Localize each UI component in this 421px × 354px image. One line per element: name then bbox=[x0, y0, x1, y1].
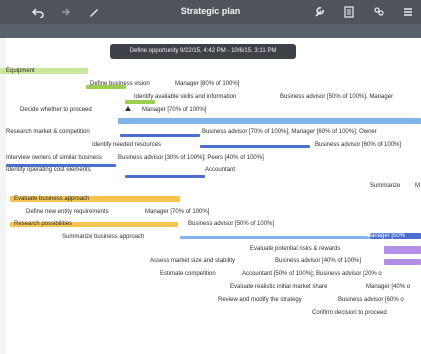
timeline-ruler bbox=[0, 24, 421, 38]
task-label: Review and modify the strategy bbox=[218, 297, 302, 303]
task-assignment: Business advisor [70% of 100%]; Manager … bbox=[202, 129, 377, 135]
list-icon[interactable] bbox=[400, 4, 416, 20]
task-label: Identify needed resources bbox=[92, 142, 162, 148]
task-bar[interactable] bbox=[384, 259, 421, 265]
task-label: Summarize business approach bbox=[62, 234, 145, 240]
task-label: Equipment bbox=[6, 68, 35, 74]
task-label: Assess market size and stability bbox=[150, 258, 236, 264]
task-label: Evaluate realistic initial market share bbox=[230, 284, 328, 290]
task-bar[interactable] bbox=[384, 246, 421, 254]
task-label: Define new entity requirements bbox=[26, 209, 109, 215]
task-label: Define business vision bbox=[90, 81, 150, 87]
task-label: Research possibilities bbox=[14, 221, 73, 227]
task-bar-research[interactable] bbox=[118, 118, 421, 124]
milestone-marker[interactable] bbox=[125, 106, 131, 111]
task-assignment: M bbox=[415, 183, 420, 189]
task-label: Summarize bbox=[370, 183, 401, 189]
task-label: Identify available skills and informatio… bbox=[134, 94, 237, 100]
task-assignment: Accountant [50% of 100%]; Business advis… bbox=[242, 271, 382, 277]
window-title: Strategic plan bbox=[180, 6, 241, 16]
task-bar[interactable] bbox=[180, 236, 370, 239]
task-assignment: Manager [80% of 100%] bbox=[175, 81, 240, 87]
task-assignment: Business advisor [40% of 100%] bbox=[275, 258, 362, 264]
left-gutter bbox=[0, 38, 6, 354]
task-assignment: Accountant bbox=[205, 167, 236, 173]
task-assignment: Manager [70% of 100%] bbox=[142, 107, 207, 113]
task-label: Interview owners of similar business bbox=[6, 155, 103, 161]
task-assignment: Manager [50% bbox=[366, 233, 406, 239]
people-icon[interactable] bbox=[371, 4, 387, 20]
task-label: Estimate competition bbox=[160, 271, 216, 277]
task-bar[interactable] bbox=[120, 134, 200, 137]
task-bar[interactable] bbox=[125, 175, 205, 178]
task-assignment: Business advisor [50% of 100%] bbox=[188, 221, 275, 227]
document-icon[interactable] bbox=[341, 4, 357, 20]
task-label: Identify operating cost elements bbox=[6, 167, 91, 173]
task-assignment: Business advisor [50% of 100%], Manager bbox=[280, 94, 394, 100]
task-label: Evaluate business approach bbox=[14, 196, 90, 202]
task-assignment: Manager [40% o bbox=[366, 284, 411, 290]
task-bar[interactable] bbox=[200, 145, 310, 148]
task-label: Evaluate potential risks & rewards bbox=[250, 246, 341, 252]
task-assignment: Manager [70% of 100%] bbox=[145, 209, 210, 215]
task-label: Decide whether to proceed bbox=[20, 107, 92, 113]
task-label: Confirm decision to proceed bbox=[312, 310, 387, 316]
task-label: Research market & competition bbox=[6, 129, 90, 135]
task-tooltip: Define opportunity 9/22/15, 4:42 PM - 10… bbox=[110, 44, 296, 59]
task-assignment: Business advisor [30% of 100%]; Peers [4… bbox=[118, 155, 264, 161]
task-assignment: Business advisor [60% o bbox=[338, 297, 404, 303]
task-assignment: Business advisor [60% of 100%] bbox=[315, 142, 402, 148]
top-toolbar: Strategic plan bbox=[0, 0, 421, 24]
wrench-icon[interactable] bbox=[311, 4, 327, 20]
